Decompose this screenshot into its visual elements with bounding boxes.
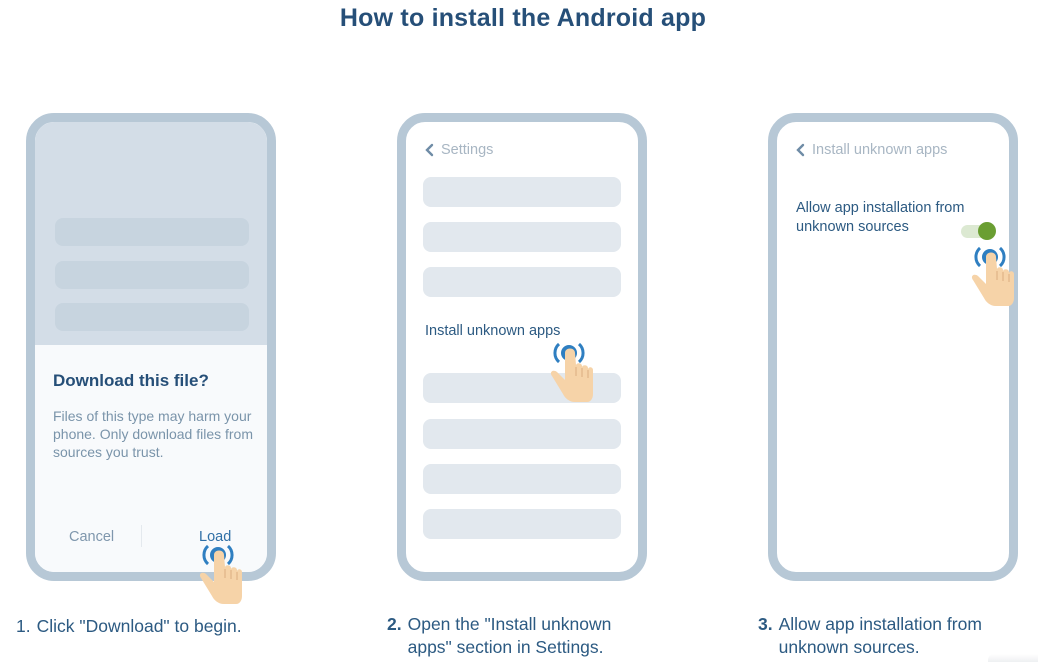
header-title: Settings — [441, 142, 494, 158]
step-text: Click "Download" to begin. — [36, 616, 242, 636]
settings-row[interactable] — [423, 464, 621, 494]
settings-row[interactable] — [423, 177, 621, 207]
step-number: 2. — [387, 614, 402, 634]
chevron-left-icon[interactable] — [424, 143, 435, 157]
settings-row[interactable] — [423, 509, 621, 539]
phone-step-1: Download this file? Files of this type m… — [26, 113, 276, 581]
tap-hand-icon — [199, 544, 242, 604]
placeholder-row — [55, 303, 249, 331]
allow-installation-toggle[interactable] — [961, 222, 996, 240]
step-number: 1. — [16, 616, 31, 636]
step-3-caption: 3. Allow app installation from unknown s… — [758, 613, 1038, 659]
step-2-caption: 2. Open the "Install unknown apps" secti… — [387, 613, 657, 659]
step-1-caption: 1. Click "Download" to begin. — [16, 615, 242, 638]
page-title: How to install the Android app — [339, 4, 707, 32]
chevron-left-icon[interactable] — [795, 143, 806, 157]
step-number: 3. — [758, 614, 773, 634]
step-text: Open the "Install unknown apps" section … — [407, 614, 612, 657]
tap-hand-icon — [550, 342, 593, 402]
install-unknown-apps-header: Install unknown apps — [795, 142, 947, 158]
install-unknown-apps-item[interactable]: Install unknown apps — [425, 323, 560, 339]
phone-step-2: Settings Install unknown apps — [397, 113, 647, 581]
dialog-title: Download this file? — [53, 371, 209, 390]
toggle-knob — [978, 222, 996, 240]
placeholder-row — [55, 218, 249, 246]
corner-shadow — [988, 654, 1038, 662]
settings-row[interactable] — [423, 222, 621, 252]
header-title: Install unknown apps — [812, 142, 948, 158]
step-text: Allow app installation from unknown sour… — [778, 614, 982, 657]
phone-step-3: Install unknown apps Allow app installat… — [768, 113, 1018, 581]
dialog-message: Files of this type may harm your phone. … — [53, 408, 253, 460]
settings-row[interactable] — [423, 267, 621, 297]
placeholder-row — [55, 261, 249, 289]
settings-row[interactable] — [423, 419, 621, 449]
tap-hand-icon — [971, 246, 1014, 306]
cancel-button[interactable]: Cancel — [69, 529, 114, 545]
button-divider — [141, 525, 142, 547]
settings-header: Settings — [424, 142, 493, 158]
dimmed-background — [35, 122, 267, 345]
